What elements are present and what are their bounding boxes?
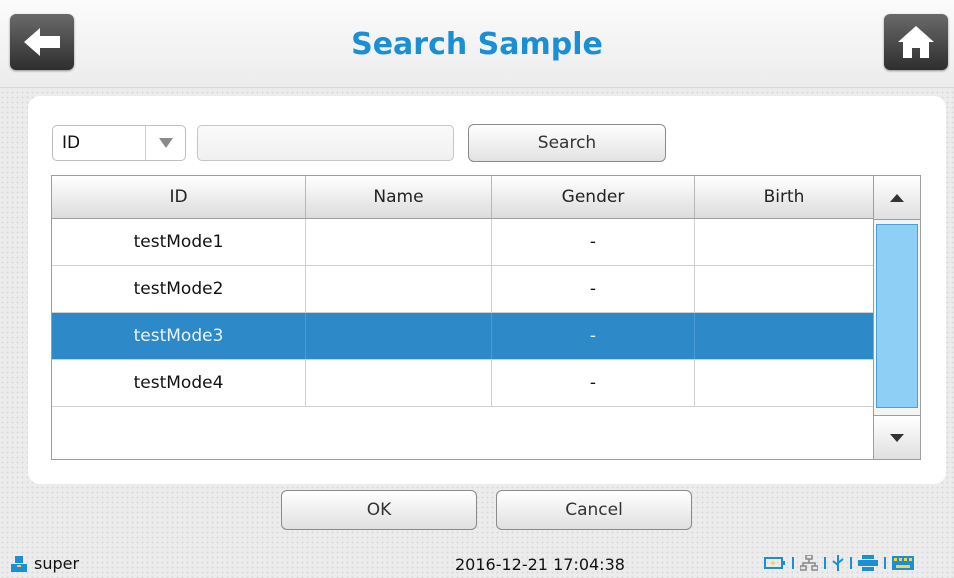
column-header-birth[interactable]: Birth bbox=[695, 176, 873, 218]
table-scrollbar[interactable] bbox=[873, 176, 920, 459]
datetime: 2016-12-21 17:04:38 bbox=[455, 555, 625, 574]
page-title: Search Sample bbox=[351, 26, 603, 62]
triangle-down-icon bbox=[890, 433, 904, 442]
separator bbox=[792, 557, 794, 569]
search-panel: ID Search ID Name Gender Birth testMode1… bbox=[28, 96, 946, 484]
table-row[interactable]: testMode1 - bbox=[52, 219, 873, 266]
cell-gender: - bbox=[492, 266, 695, 312]
status-icons bbox=[764, 555, 914, 571]
column-header-name[interactable]: Name bbox=[306, 176, 492, 218]
sample-table: ID Name Gender Birth testMode1 - testMod… bbox=[51, 175, 921, 460]
dropdown-arrow[interactable] bbox=[145, 126, 185, 160]
table-row[interactable]: testMode4 - bbox=[52, 360, 873, 407]
column-header-id[interactable]: ID bbox=[52, 176, 306, 218]
separator bbox=[824, 557, 826, 569]
cell-birth bbox=[695, 219, 873, 265]
table-row[interactable]: testMode2 - bbox=[52, 266, 873, 313]
cell-id: testMode3 bbox=[52, 313, 306, 359]
cell-id: testMode4 bbox=[52, 360, 306, 406]
user-icon bbox=[11, 555, 27, 572]
search-input[interactable] bbox=[197, 125, 454, 161]
triangle-up-icon bbox=[890, 193, 904, 202]
usb-icon bbox=[832, 555, 844, 571]
scroll-down-button[interactable] bbox=[874, 415, 920, 459]
battery-icon bbox=[764, 557, 785, 569]
table-row-selected[interactable]: testMode3 - bbox=[52, 313, 873, 360]
current-user: super bbox=[10, 554, 79, 573]
separator bbox=[884, 557, 886, 569]
search-field-value: ID bbox=[62, 133, 81, 153]
network-icon bbox=[800, 555, 818, 571]
cell-birth bbox=[695, 266, 873, 312]
cell-gender: - bbox=[492, 360, 695, 406]
home-icon bbox=[898, 26, 934, 58]
cell-birth bbox=[695, 360, 873, 406]
printer-icon bbox=[858, 555, 878, 571]
search-button[interactable]: Search bbox=[468, 124, 666, 162]
cell-id: testMode2 bbox=[52, 266, 306, 312]
cell-gender: - bbox=[492, 219, 695, 265]
cell-name bbox=[306, 219, 492, 265]
home-button[interactable] bbox=[884, 14, 948, 70]
scroll-thumb[interactable] bbox=[876, 224, 918, 408]
status-bar: super 2016-12-21 17:04:38 bbox=[0, 550, 954, 578]
scroll-up-button[interactable] bbox=[874, 176, 920, 220]
cell-gender: - bbox=[492, 313, 695, 359]
cell-id: testMode1 bbox=[52, 219, 306, 265]
table-header: ID Name Gender Birth bbox=[52, 176, 873, 219]
table-body: testMode1 - testMode2 - testMode3 - test… bbox=[52, 219, 873, 407]
ok-button[interactable]: OK bbox=[281, 490, 477, 530]
column-header-gender[interactable]: Gender bbox=[492, 176, 695, 218]
keyboard-icon bbox=[892, 556, 914, 570]
separator bbox=[850, 557, 852, 569]
triangle-down-icon bbox=[158, 138, 173, 148]
search-field-select[interactable]: ID bbox=[52, 125, 186, 161]
cell-name bbox=[306, 313, 492, 359]
user-name: super bbox=[34, 554, 80, 573]
cancel-button[interactable]: Cancel bbox=[496, 490, 692, 530]
cell-birth bbox=[695, 313, 873, 359]
cell-name bbox=[306, 266, 492, 312]
header-bar: Search Sample bbox=[0, 0, 954, 88]
cell-name bbox=[306, 360, 492, 406]
